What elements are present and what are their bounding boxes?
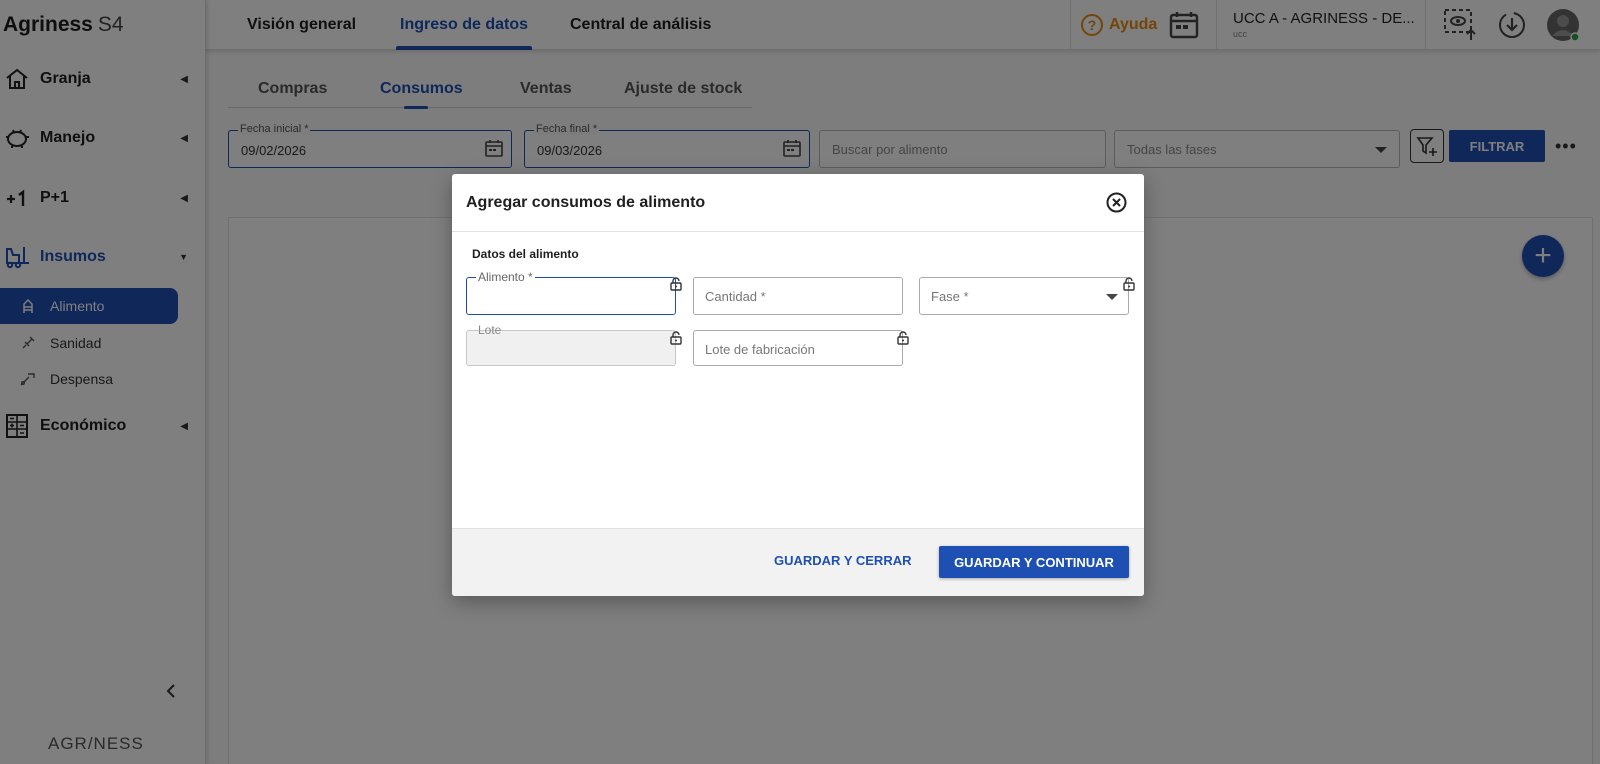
chevron-down-icon [1106, 294, 1118, 300]
field-placeholder: Lote de fabricación [705, 342, 815, 357]
unlock-icon[interactable] [897, 331, 909, 345]
modal-title: Agregar consumos de alimento [466, 193, 706, 211]
field-placeholder: Cantidad * [705, 289, 766, 304]
unlock-icon[interactable] [670, 331, 682, 345]
section-title: Datos del alimento [472, 247, 579, 261]
unlock-icon[interactable] [670, 277, 682, 291]
close-icon[interactable] [1106, 192, 1127, 213]
save-continue-button[interactable]: GUARDAR Y CONTINUAR [939, 546, 1129, 578]
fase-select[interactable]: Fase * [919, 277, 1129, 315]
cantidad-field[interactable]: Cantidad * [693, 277, 903, 315]
unlock-icon[interactable] [1123, 277, 1135, 291]
lote-fabricacion-field[interactable]: Lote de fabricación [693, 330, 903, 366]
field-placeholder: Fase * [931, 289, 969, 304]
lote-field: Lote [466, 323, 676, 366]
modal-footer: GUARDAR Y CERRAR GUARDAR Y CONTINUAR [452, 528, 1144, 596]
save-close-button[interactable]: GUARDAR Y CERRAR [774, 553, 911, 568]
field-label: Lote [478, 323, 502, 337]
add-consumption-modal: Agregar consumos de alimento Datos del a… [452, 174, 1144, 596]
alimento-field[interactable]: Alimento * [466, 270, 676, 315]
field-label: Alimento * [476, 270, 535, 284]
modal-header: Agregar consumos de alimento [452, 174, 1144, 232]
